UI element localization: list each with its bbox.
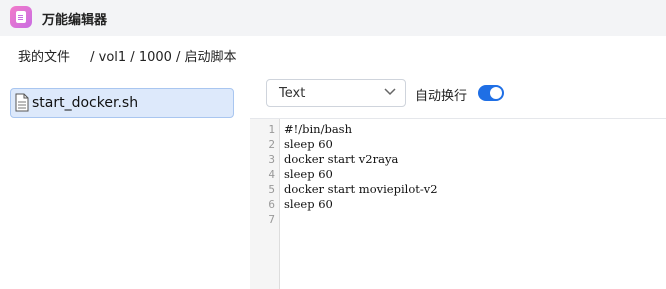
code-line[interactable]: sleep 60	[284, 197, 333, 212]
language-select[interactable]: Text	[266, 79, 406, 107]
line-number: 1	[268, 123, 275, 136]
file-icon	[15, 93, 29, 112]
file-item-start-docker[interactable]: start_docker.sh	[10, 88, 234, 118]
line-number: 7	[268, 213, 275, 226]
file-sidebar: start_docker.sh	[0, 72, 250, 288]
title-bar: 万能编辑器	[0, 0, 666, 36]
file-name: start_docker.sh	[32, 95, 139, 111]
line-number: 5	[268, 183, 275, 196]
line-number-gutter: 1 2 3 4 5 6 7	[250, 119, 280, 289]
breadcrumb-path[interactable]: / vol1 / 1000 / 启动脚本	[86, 46, 236, 65]
line-number: 4	[268, 168, 275, 181]
code-line[interactable]: sleep 60	[284, 167, 333, 182]
code-editor[interactable]: 1 2 3 4 5 6 7 #!/bin/bash sleep 60 docke…	[250, 118, 666, 289]
word-wrap-label: 自动换行	[415, 89, 468, 104]
line-number: 2	[268, 138, 275, 151]
code-line[interactable]: #!/bin/bash	[284, 122, 352, 137]
breadcrumb-root-link[interactable]: 我的文件	[18, 46, 70, 65]
app-title: 万能编辑器	[42, 13, 108, 28]
code-line[interactable]: docker start moviepilot-v2	[284, 182, 438, 197]
app-logo-icon	[10, 6, 32, 28]
editor-panel: Text 自动换行 1 2 3 4 5 6 7 #!/bin/bash slee…	[250, 72, 666, 289]
breadcrumb: 我的文件 / vol1 / 1000 / 启动脚本	[0, 36, 666, 72]
toggle-knob	[490, 87, 502, 99]
chevron-down-icon	[384, 88, 396, 96]
code-line[interactable]: sleep 60	[284, 137, 333, 152]
language-select-value: Text	[279, 86, 306, 101]
line-number: 3	[268, 153, 275, 166]
code-line[interactable]: docker start v2raya	[284, 152, 398, 167]
line-number: 6	[268, 198, 275, 211]
word-wrap-toggle[interactable]	[478, 85, 504, 101]
